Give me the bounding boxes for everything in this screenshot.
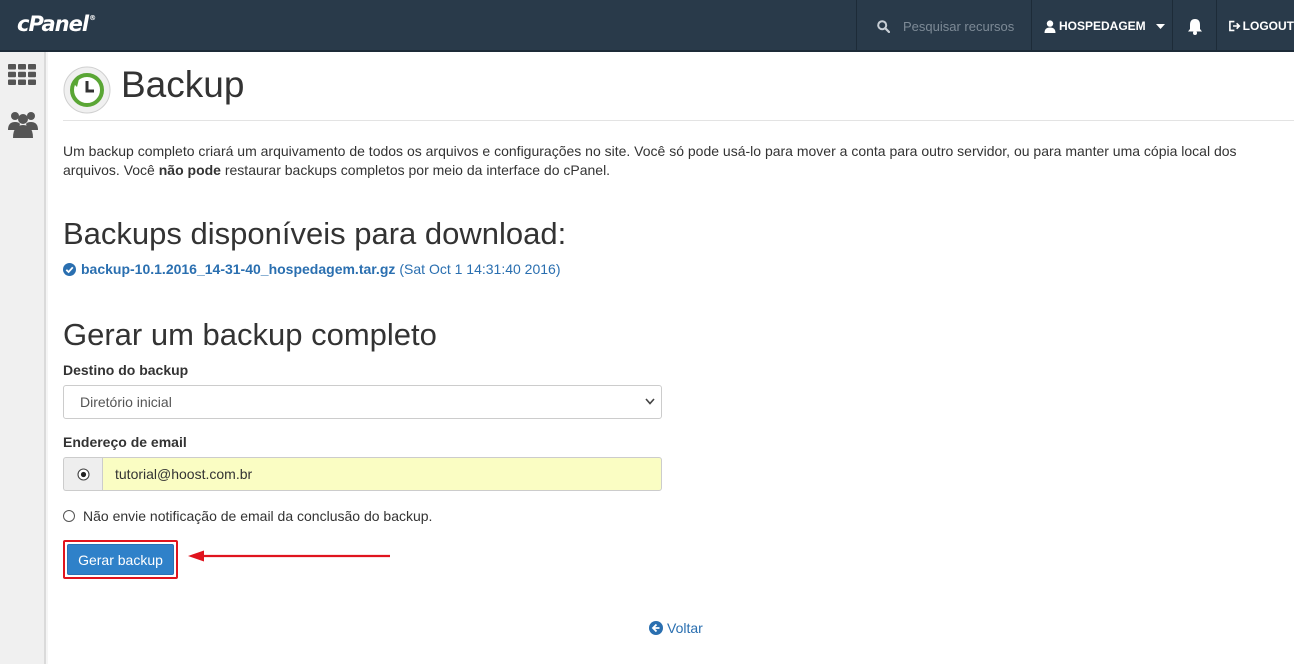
caret-down-icon — [1155, 23, 1165, 29]
back-label: Voltar — [667, 620, 703, 636]
radio-selected-icon — [76, 467, 90, 481]
search-placeholder: Pesquisar recursos — [903, 18, 1015, 34]
no-notify-option[interactable]: Não envie notificação de email da conclu… — [63, 508, 432, 524]
arrow-left-circle-icon — [649, 621, 663, 635]
page-title: Backup — [121, 64, 245, 105]
back-link[interactable]: Voltar — [649, 620, 703, 636]
available-backups-heading: Backups disponíveis para download: — [63, 216, 567, 251]
intro-text: Um backup completo criará um arquivament… — [63, 143, 1237, 178]
bell-icon — [1187, 18, 1202, 35]
top-bar: cPanel® Pesquisar recursos HOSPEDAGEM LO… — [0, 0, 1294, 52]
logout-button[interactable]: LOGOUT — [1216, 0, 1294, 52]
notifications-button[interactable] — [1172, 0, 1216, 52]
generate-button-highlight: Gerar backup — [63, 540, 178, 579]
email-label: Endereço de email — [63, 434, 187, 450]
search-icon — [877, 19, 890, 33]
user-label: HOSPEDAGEM — [1059, 19, 1146, 33]
generate-backup-button[interactable]: Gerar backup — [67, 544, 174, 575]
main-content: Backup Um backup completo criará um arqu… — [48, 52, 1294, 664]
user-menu[interactable]: HOSPEDAGEM — [1031, 0, 1172, 52]
cpanel-logo[interactable]: cPanel® — [17, 12, 96, 36]
user-icon — [1044, 19, 1056, 33]
chevron-down-icon — [645, 398, 655, 405]
email-input-group: tutorial@hoost.com.br — [63, 457, 662, 491]
search-box[interactable]: Pesquisar recursos — [856, 0, 1031, 52]
destination-value: Diretório inicial — [80, 394, 172, 410]
grid-icon[interactable] — [8, 64, 36, 85]
generate-backup-heading: Gerar um backup completo — [63, 317, 437, 352]
logout-icon — [1229, 20, 1241, 32]
backup-list-item: backup-10.1.2016_14-31-40_hospedagem.tar… — [63, 261, 561, 277]
check-circle-icon — [63, 262, 76, 276]
logout-label: LOGOUT — [1242, 19, 1294, 33]
sidebar — [0, 52, 46, 664]
no-notify-label: Não envie notificação de email da conclu… — [83, 508, 433, 524]
email-field[interactable]: tutorial@hoost.com.br — [102, 457, 662, 491]
header-divider — [63, 120, 1294, 121]
email-notify-radio[interactable] — [63, 457, 102, 491]
backup-date: (Sat Oct 1 14:31:40 2016) — [399, 261, 561, 277]
backup-download-link[interactable]: backup-10.1.2016_14-31-40_hospedagem.tar… — [81, 261, 395, 277]
no-notify-radio[interactable] — [63, 510, 75, 522]
destination-label: Destino do backup — [63, 362, 189, 378]
destination-select[interactable]: Diretório inicial — [63, 385, 662, 419]
backup-clock-icon — [63, 66, 111, 114]
pointer-arrow — [188, 550, 390, 562]
registered-mark: ® — [89, 14, 96, 22]
users-icon[interactable] — [8, 110, 38, 138]
